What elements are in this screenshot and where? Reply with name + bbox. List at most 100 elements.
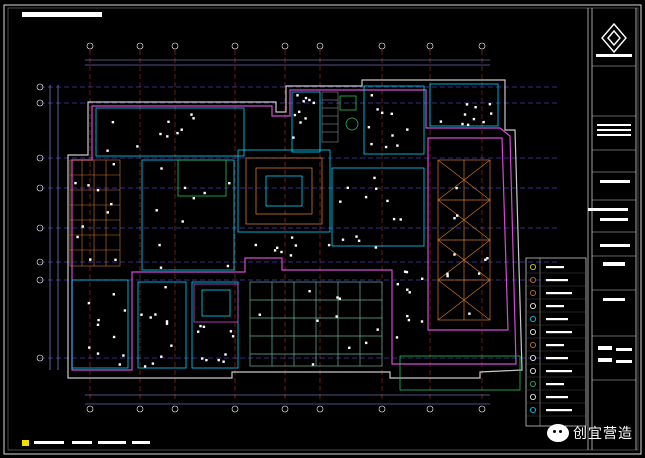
title-block <box>587 8 637 450</box>
small-square-room <box>193 283 239 323</box>
light-fixture-dot <box>316 319 319 322</box>
light-fixture-dot <box>217 358 220 362</box>
light-fixture-dot <box>159 132 162 136</box>
light-fixture-dot <box>405 270 409 274</box>
light-fixture-dot <box>293 113 297 117</box>
light-fixture-dot <box>96 189 100 192</box>
light-fixture-dot <box>420 320 424 323</box>
light-fixture-dot <box>289 254 293 257</box>
light-fixture-dot <box>486 257 489 260</box>
light-fixture-dot <box>205 358 208 362</box>
light-fixture-dot <box>490 112 493 115</box>
light-fixture-dot <box>76 235 79 239</box>
light-fixture-dot <box>453 217 456 220</box>
light-fixture-dot <box>180 128 183 131</box>
plot-title-bar <box>22 12 102 17</box>
light-fixture-dot <box>327 243 331 247</box>
light-fixture-dot <box>408 291 411 294</box>
light-fixture-dot <box>421 277 424 280</box>
light-fixture-dot <box>112 163 115 166</box>
light-fixture-dot <box>465 103 469 106</box>
light-fixture-dot <box>335 315 338 318</box>
light-fixture-dot <box>111 121 115 124</box>
light-fixture-dot <box>396 144 399 147</box>
light-fixture-dot <box>338 297 341 300</box>
light-fixture-dot <box>87 184 90 187</box>
light-fixture-dot <box>176 131 179 135</box>
light-fixture-dot <box>392 217 396 221</box>
light-fixture-dot <box>202 325 206 328</box>
light-fixture-dot <box>348 346 351 349</box>
light-fixture-dot <box>376 108 379 111</box>
light-fixture-dot <box>302 100 305 103</box>
light-fixture-dot <box>446 274 449 278</box>
grid-ceiling <box>249 281 383 367</box>
light-fixture-dot <box>455 186 458 190</box>
light-fixture-dot <box>170 344 173 347</box>
light-fixtures <box>74 94 493 368</box>
watermark: 创宜营造 <box>547 422 633 444</box>
light-fixture-dot <box>304 117 307 120</box>
light-fixture-dot <box>355 235 358 238</box>
light-fixture-dot <box>294 244 298 247</box>
legend-symbol-icon <box>530 380 537 387</box>
light-fixture-dot <box>190 113 193 116</box>
light-fixture-dot <box>456 214 459 217</box>
light-fixture-dot <box>439 120 443 123</box>
light-fixture-dot <box>112 293 115 296</box>
light-fixture-dot <box>136 145 139 148</box>
light-fixture-dot <box>407 318 411 322</box>
light-fixture-dot <box>384 145 388 149</box>
light-fixture-dot <box>367 126 371 129</box>
light-fixture-dot <box>74 181 77 185</box>
legend-text-line <box>546 331 572 334</box>
light-fixture-dot <box>159 266 163 269</box>
light-fixture-dot <box>123 309 127 312</box>
light-fixture-dot <box>298 110 301 113</box>
legend-text-line <box>546 266 564 269</box>
light-fixture-dot <box>160 355 163 358</box>
legend-symbol-icon <box>530 289 537 296</box>
light-fixture-dot <box>276 246 279 249</box>
light-fixture-dot <box>280 250 283 254</box>
light-fixture-dot <box>375 187 378 190</box>
light-fixture-dot <box>140 313 143 316</box>
light-fixture-dot <box>110 202 113 206</box>
drawing-frame <box>3 4 642 455</box>
light-fixture-dot <box>308 290 311 293</box>
light-fixture-dot <box>406 128 409 131</box>
legend-text-line <box>546 396 568 399</box>
bottom-scale-bar <box>34 441 150 444</box>
light-fixture-dot <box>106 149 109 152</box>
light-fixture-dot <box>160 167 163 170</box>
light-fixture-dot <box>106 211 109 214</box>
light-fixture-dot <box>201 357 204 360</box>
light-fixture-dot <box>374 246 378 249</box>
light-fixture-dot <box>165 322 169 325</box>
light-fixture-dot <box>192 197 195 200</box>
light-fixture-dot <box>461 122 464 126</box>
light-fixture-dot <box>370 94 373 97</box>
light-fixture-dot <box>482 120 485 124</box>
light-fixture-dot <box>399 218 402 221</box>
light-fixture-dot <box>151 362 155 365</box>
light-fixture-dot <box>390 112 393 115</box>
light-fixture-dot <box>97 318 100 322</box>
legend-text-line <box>546 383 564 386</box>
bottom-left-marker <box>22 440 29 446</box>
legend-symbol-icon <box>530 302 537 309</box>
logo-caption <box>596 54 632 57</box>
light-fixture-dot <box>468 312 471 315</box>
legend-text-line <box>546 292 572 295</box>
light-fixture-dot <box>167 120 170 123</box>
light-fixture-dot <box>336 296 339 299</box>
legend-text-line <box>546 370 572 373</box>
inner-frame <box>7 7 639 451</box>
light-fixture-dot <box>463 113 467 116</box>
light-fixture-dot <box>290 236 294 239</box>
light-fixture-dot <box>453 253 456 256</box>
light-fixture-dot <box>474 106 477 109</box>
light-fixture-dot <box>192 117 195 120</box>
watermark-text: 创宜营造 <box>573 426 633 442</box>
light-fixture-dot <box>304 96 308 100</box>
